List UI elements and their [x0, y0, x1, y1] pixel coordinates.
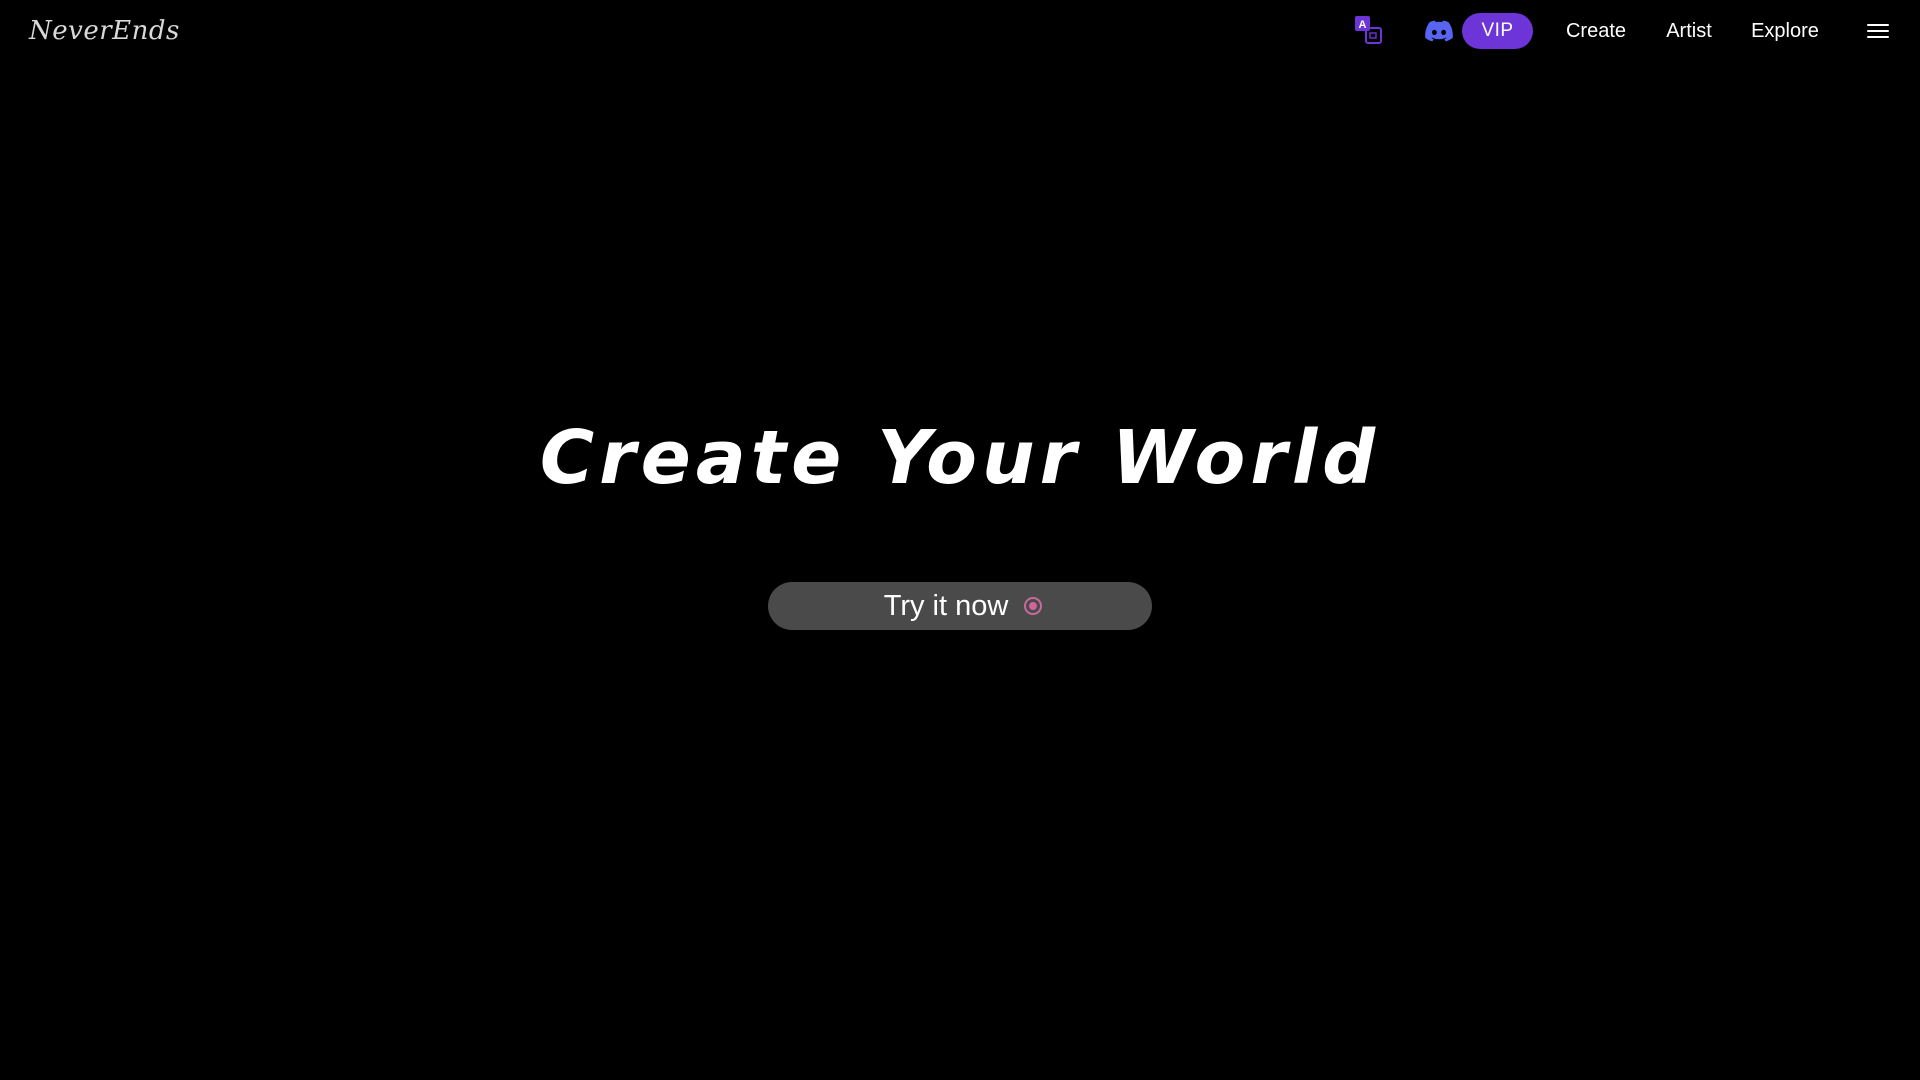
- menu-button[interactable]: [1858, 0, 1898, 62]
- vip-label: VIP: [1462, 13, 1533, 49]
- nav-link-create[interactable]: Create: [1548, 0, 1644, 62]
- translate-button[interactable]: A: [1352, 0, 1386, 62]
- hamburger-menu-icon: [1867, 24, 1889, 38]
- site-logo[interactable]: NeverEnds: [29, 13, 180, 49]
- translate-icon: A: [1355, 16, 1382, 44]
- nav-link-artist[interactable]: Artist: [1648, 0, 1730, 62]
- nav-link-explore[interactable]: Explore: [1730, 0, 1840, 62]
- try-it-now-button[interactable]: Try it now: [768, 582, 1152, 630]
- discord-button[interactable]: [1422, 0, 1456, 62]
- hero-title: Create Your World: [539, 415, 1381, 501]
- nav-link-create-label: Create: [1565, 19, 1627, 42]
- try-it-now-label: Try it now: [883, 589, 1009, 622]
- landing-page: NeverEnds A VIP Create Artist Explore Cr…: [0, 0, 1920, 1080]
- record-dot-icon: [1024, 597, 1043, 615]
- nav-link-artist-label: Artist: [1666, 19, 1712, 42]
- nav-link-explore-label: Explore: [1751, 19, 1819, 42]
- discord-icon: [1425, 20, 1453, 42]
- record-dot-inner: [1029, 602, 1038, 610]
- vip-button[interactable]: VIP: [1462, 0, 1533, 62]
- top-navbar: NeverEnds A VIP Create Artist Explore: [0, 0, 1920, 62]
